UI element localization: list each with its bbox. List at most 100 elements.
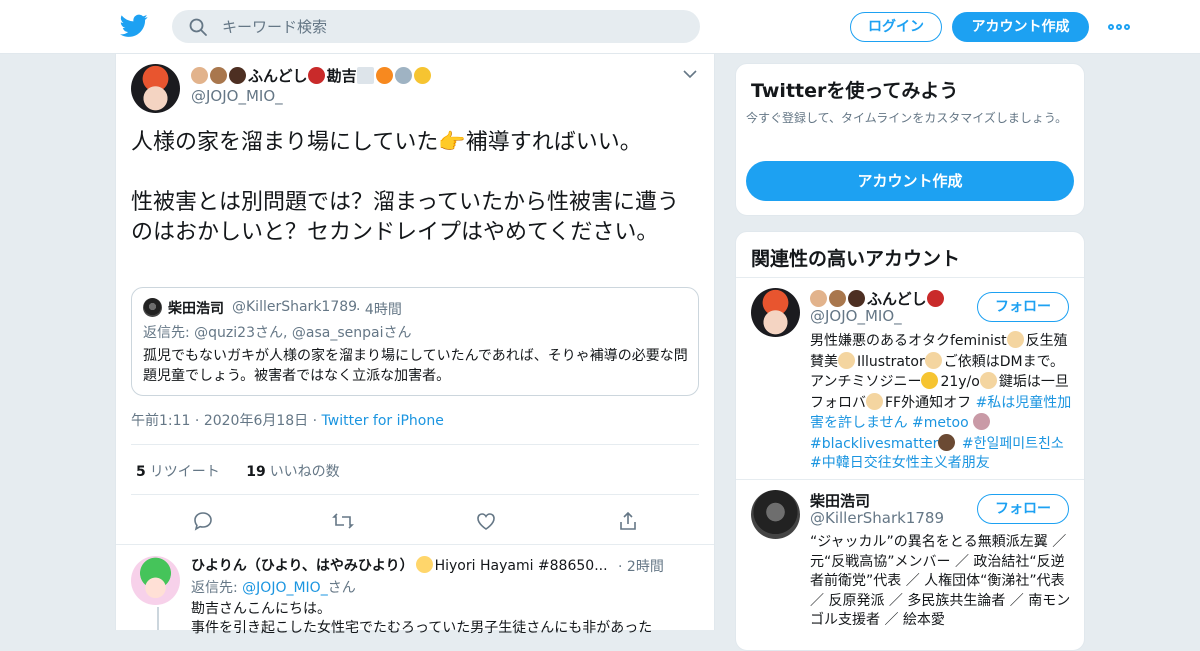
reply-timestamp[interactable]: · 2時間 (618, 556, 664, 576)
reply-icon[interactable] (192, 510, 214, 532)
divider (131, 444, 699, 445)
fire-icon (375, 67, 393, 84)
tweet-source[interactable]: Twitter for iPhone (322, 413, 444, 429)
retweet-count: 5 (136, 464, 146, 480)
tweet-author-name[interactable]: ふんどし 勘吉 (191, 65, 433, 86)
account-name-text: ふんどし (867, 290, 927, 308)
account-name[interactable]: 柴田浩司 (810, 490, 870, 511)
retweet-icon[interactable] (332, 510, 354, 532)
tulip-icon (1006, 331, 1024, 348)
like-stat[interactable]: 19 いいねの数 (246, 464, 339, 480)
thread-line (157, 607, 159, 630)
share-icon[interactable] (617, 510, 639, 532)
hands-icon (973, 413, 991, 430)
author-name-suffix: 勘吉 (326, 67, 357, 85)
raised-fist-icon (191, 67, 208, 84)
quoted-timestamp: · 4時間 (356, 302, 402, 318)
account-bio: 男性嫌悪のあるオタクfeminist 反生殖賛美 Illustrator ご依頼はDM… (810, 331, 1072, 474)
reply-text-line2: 事件を引き起こした女性宅でたむろっていた男子生徒さんにも非があった (191, 620, 653, 636)
signup-card-description: 今すぐ登録して、タイムラインをカスタマイズしましょう。 (746, 111, 1068, 125)
tulip-icon (866, 392, 883, 410)
raised-fist-icon (229, 67, 246, 84)
reply-author-name-suffix: Hiyori Hayami #88650... (434, 558, 608, 574)
signup-button[interactable]: アカウント作成 (952, 12, 1089, 42)
divider (131, 494, 699, 495)
hashtag-link[interactable]: #blacklivesmatter (810, 436, 938, 452)
quoted-author-avatar (143, 298, 162, 317)
like-count: 19 (246, 464, 266, 480)
follow-button[interactable]: フォロー (977, 494, 1069, 524)
quoted-text: 孤児でもないガキが人様の家を溜まり場にしていたんであれば、そりゃ補導の必要な問題… (143, 348, 688, 384)
reply-author-name[interactable]: ひよりん（ひより、はやみひより） Hiyori Hayami #88650... (191, 555, 608, 575)
hashtag-link[interactable]: #한일페미트친소 (962, 436, 1064, 452)
reply-to-link[interactable]: @JOJO_MIO_ (242, 580, 328, 596)
star-icon (413, 67, 431, 84)
quoted-author-handle: @KillerShark1789 (232, 299, 358, 315)
quoted-reply-to: 返信先: @quzi23さん, @asa_senpaiさん (143, 325, 412, 341)
twitter-logo-icon[interactable] (120, 13, 148, 39)
tulip-icon (979, 372, 997, 389)
follow-button[interactable]: フォロー (977, 292, 1069, 322)
tweet-text: 人様の家を溜まり場にしていた👉補導すればいい。 性被害とは別問題では？溜まってい… (131, 130, 680, 245)
more-icon[interactable] (1108, 24, 1130, 30)
reply-to-suffix: さん (327, 580, 356, 596)
quoted-time-text: 4時間 (364, 302, 402, 318)
author-avatar[interactable] (131, 64, 180, 113)
reply-time-text: 2時間 (626, 559, 664, 575)
bio-text: 21y/o (940, 374, 980, 390)
white-flag-icon (356, 67, 374, 84)
divider (736, 479, 1084, 480)
related-accounts-title: 関連性の高いアカウント (751, 248, 961, 270)
search-box[interactable] (172, 10, 700, 43)
account-handle[interactable]: @JOJO_MIO_ (810, 307, 902, 325)
middle-finger-icon (921, 372, 939, 389)
bio-text: FF外通知オフ (885, 394, 972, 411)
bio-text: 男性嫌悪のあるオタクfeminist (810, 333, 1007, 349)
hashtag-link[interactable]: #metoo (912, 415, 969, 431)
signup-card-button[interactable]: アカウント作成 (746, 161, 1074, 201)
signup-card: Twitterを使ってみよう 今すぐ登録して、タイムラインをカスタマイズしましょ… (735, 63, 1085, 216)
chevron-down-icon[interactable] (682, 66, 698, 82)
search-icon (189, 18, 207, 36)
tweet-column: ふんどし 勘吉 @JOJO_MIO_ 人様の家を溜まり場にしていた👉補導すればいい… (115, 54, 715, 636)
hashtag-link[interactable]: #中韓日交往女性主义者朋友 (810, 455, 990, 471)
tweet-date[interactable]: 2020年6月18日 (204, 413, 308, 429)
tweet-stats: 5 リツイート 19 いいねの数 (136, 461, 340, 481)
tweet-author-handle[interactable]: @JOJO_MIO_ (191, 87, 283, 105)
retweet-stat[interactable]: 5 リツイート (136, 464, 220, 480)
retweet-label: リツイート (149, 464, 220, 480)
account-avatar[interactable] (751, 288, 800, 337)
heart-icon[interactable] (475, 510, 497, 532)
bio-text: Illustrator (857, 353, 925, 370)
tulip-icon (924, 351, 942, 369)
raised-fist-icon (810, 290, 827, 307)
account-handle[interactable]: @KillerShark1789 (810, 509, 944, 527)
account-avatar[interactable] (751, 490, 800, 539)
sun-icon (415, 556, 433, 573)
account-bio: “ジャッカル”の異名をとる無頼派左翼 ／ 元“反戦高協”メンバー ／ 政治結社“… (810, 534, 1071, 628)
search-input[interactable] (222, 10, 682, 43)
reply-reply-to: 返信先: @JOJO_MIO_さん (191, 577, 356, 597)
reply-text-line1: 勘吉さんこんにちは。 (191, 601, 331, 617)
sushi-icon (926, 290, 944, 307)
airplane-icon (394, 67, 412, 84)
divider (116, 544, 714, 545)
top-bar: ログイン アカウント作成 (0, 0, 1200, 54)
raised-fist-icon (210, 67, 227, 84)
sushi-icon (307, 67, 325, 84)
reply-to-prefix: 返信先: (191, 580, 243, 596)
reply-author-avatar[interactable] (131, 556, 180, 605)
account-name[interactable]: ふんどし (810, 288, 946, 309)
divider (736, 277, 1084, 278)
related-accounts-card: 関連性の高いアカウント ふんどし @JOJO_MIO_ フォロー 男性嫌悪のある… (735, 231, 1085, 651)
tweet-time[interactable]: 午前1:11 (131, 413, 190, 429)
raised-fist-icon (848, 290, 865, 307)
like-label: いいねの数 (269, 464, 340, 480)
author-name-text: ふんどし (248, 67, 308, 85)
raised-fist-icon (829, 290, 846, 307)
tweet-meta: 午前1:11 · 2020年6月18日 · Twitter for iPhone (131, 413, 444, 429)
reply-author-name-text: ひよりん（ひより、はやみひより） (191, 558, 414, 574)
signup-card-title: Twitterを使ってみよう (751, 80, 959, 102)
quoted-tweet[interactable]: 柴田浩司 @KillerShark1789 · 4時間 返信先: @quzi23… (131, 287, 699, 396)
login-button[interactable]: ログイン (850, 12, 942, 42)
